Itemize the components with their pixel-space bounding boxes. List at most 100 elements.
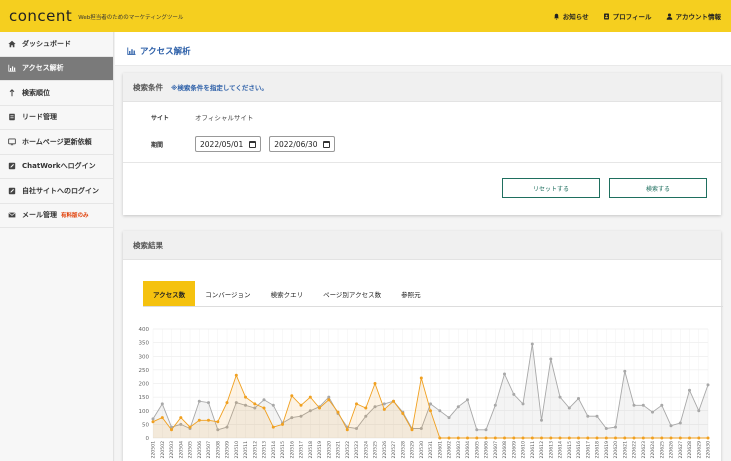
bell-icon [553, 13, 559, 20]
data-point [688, 388, 691, 392]
data-point [438, 409, 442, 413]
x-tick-label: 220502 [160, 441, 166, 459]
sidebar-item-search-ranking[interactable]: 検索順位 [0, 81, 113, 106]
sidebar-item-mail-management[interactable]: メール管理 有料版のみ [0, 204, 113, 228]
tab-page-access[interactable]: ページ別アクセス数 [313, 281, 391, 306]
date-from-input[interactable]: 2022/05/01 [195, 136, 262, 152]
x-tick-label: 220509 [225, 441, 231, 459]
search-conditions-note: ※検索条件を指定してください。 [171, 84, 268, 92]
data-point [207, 418, 210, 422]
account-link[interactable]: アカウント情報 [666, 11, 722, 21]
sidebar-item-label: 自社サイトへのログイン [22, 186, 99, 195]
period-row: 期間 2022/05/01 2022/06/30 [123, 133, 723, 155]
sidebar-item-lead-management[interactable]: リード管理 [0, 106, 113, 130]
access-line-chart: 050100150200250300350400220501 220502 2205… [139, 327, 712, 459]
x-tick-label: 220510 [234, 441, 240, 459]
data-point [669, 424, 673, 428]
app-logo[interactable]: concent [9, 7, 72, 25]
search-results-card: 検索結果 アクセス数 コンバージョン 検索クエリ ページ別アクセス数 参照元 0… [123, 231, 723, 461]
calendar-icon[interactable] [249, 140, 257, 148]
data-point [234, 373, 238, 377]
paid-only-badge: 有料版のみ [61, 213, 89, 220]
data-point [530, 436, 534, 440]
data-point [549, 436, 553, 440]
lead-icon [9, 114, 15, 121]
data-point [216, 420, 220, 424]
data-point [706, 383, 710, 387]
calendar-icon[interactable] [323, 140, 331, 148]
data-point [521, 402, 525, 406]
x-tick-label: 220618 [595, 441, 601, 459]
x-tick-label: 220601 [437, 441, 443, 459]
data-point [567, 436, 571, 440]
x-tick-label: 220629 [696, 441, 702, 459]
x-tick-label: 220526 [382, 441, 388, 459]
data-point [373, 382, 377, 385]
date-to-input[interactable]: 2022/06/30 [269, 136, 336, 152]
data-point [438, 436, 442, 440]
reset-button[interactable]: リセットする [502, 178, 600, 198]
site-value[interactable]: オフィシャルサイト [195, 112, 253, 122]
data-point [188, 425, 192, 429]
x-tick-label: 220608 [502, 441, 508, 459]
x-tick-label: 220607 [493, 441, 499, 459]
account-label: アカウント情報 [675, 13, 722, 21]
data-point [299, 403, 303, 407]
x-tick-label: 220523 [354, 441, 360, 459]
data-point [549, 357, 553, 361]
data-point [466, 398, 469, 402]
profile-link[interactable]: プロフィール [603, 11, 652, 21]
sidebar-item-access-analysis[interactable]: アクセス解析 [0, 56, 113, 81]
tab-search-query[interactable]: 検索クエリ [261, 281, 314, 306]
data-point [262, 406, 266, 410]
notifications-link[interactable]: お知らせ [553, 11, 589, 21]
data-point [697, 436, 701, 440]
sidebar-item-chatwork-login[interactable]: ChatWorkへログイン [0, 155, 113, 179]
x-tick-label: 220624 [650, 441, 656, 459]
x-tick-label: 220604 [465, 441, 471, 459]
mail-icon [8, 212, 16, 218]
data-point [419, 376, 423, 380]
data-point [456, 405, 460, 409]
tab-access-count[interactable]: アクセス数 [143, 281, 196, 306]
data-point [429, 402, 432, 406]
x-tick-label: 220606 [484, 441, 490, 459]
sidebar-item-label: ホームページ更新依頼 [22, 137, 92, 146]
tab-conversion[interactable]: コンバージョン [195, 281, 260, 306]
data-point [364, 406, 368, 410]
y-tick-label: 300 [139, 354, 150, 360]
data-point [429, 409, 432, 413]
data-point [651, 436, 654, 440]
data-point [540, 418, 543, 422]
x-tick-label: 220611 [530, 441, 536, 459]
y-tick-label: 350 [139, 341, 150, 347]
search-button[interactable]: 検索する [609, 178, 707, 198]
data-point [632, 436, 636, 440]
x-tick-label: 220630 [706, 441, 712, 459]
tabs-divider [143, 306, 723, 307]
y-tick-label: 150 [139, 395, 150, 401]
data-point [614, 425, 617, 429]
top-nav: お知らせ プロフィール アカウント情報 [553, 11, 721, 21]
x-tick-label: 220513 [262, 441, 268, 459]
data-point [281, 422, 284, 426]
x-tick-label: 220620 [613, 441, 619, 459]
data-point [382, 402, 386, 406]
sidebar-item-dashboard[interactable]: ダッシュボード [0, 32, 113, 57]
data-point [558, 395, 562, 399]
edit-icon [8, 163, 16, 170]
search-results-heading: 検索結果 [133, 240, 163, 250]
sidebar-item-hp-update-request[interactable]: ホームページ更新依頼 [0, 130, 113, 155]
x-tick-label: 220617 [585, 441, 591, 459]
tab-referrer[interactable]: 参照元 [391, 281, 431, 306]
search-conditions-heading: 検索条件 [133, 82, 163, 92]
sidebar-item-own-site-login[interactable]: 自社サイトへのログイン [0, 179, 113, 204]
x-tick-label: 220622 [632, 441, 638, 459]
data-point [318, 406, 321, 410]
x-tick-label: 220613 [548, 441, 554, 459]
site-label: サイト [151, 114, 170, 122]
x-tick-label: 220514 [271, 441, 277, 459]
data-point [410, 428, 414, 432]
x-tick-label: 220615 [567, 441, 573, 459]
data-point [632, 403, 636, 407]
